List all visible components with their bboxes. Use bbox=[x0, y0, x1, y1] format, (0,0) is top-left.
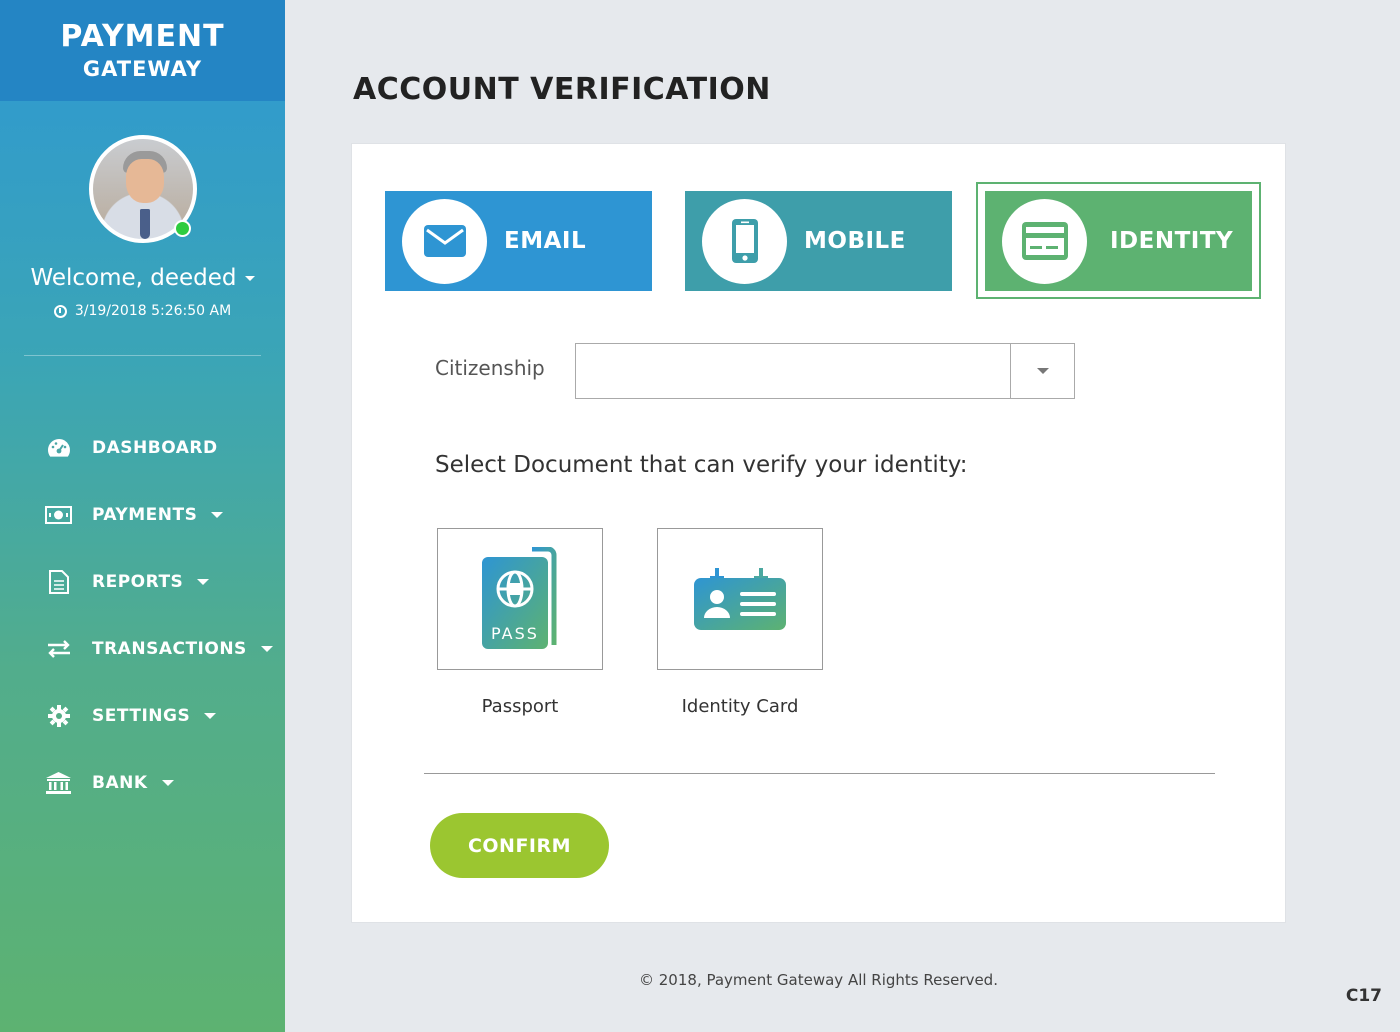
brand-line-2: GATEWAY bbox=[82, 56, 203, 81]
sidebar-nav: DASHBOARD PAYMENTS REPORTS TRANSACTIONS bbox=[0, 414, 285, 816]
tab-label: EMAIL bbox=[504, 228, 587, 254]
sidebar-item-dashboard[interactable]: DASHBOARD bbox=[0, 414, 285, 481]
caret-down-icon bbox=[161, 779, 174, 786]
identity-card-label: Identity Card bbox=[681, 696, 799, 717]
caret-down-icon bbox=[204, 712, 217, 719]
citizenship-label: Citizenship bbox=[435, 356, 545, 380]
caret-down-icon bbox=[211, 511, 224, 518]
user-profile: Welcome, deeded 3/19/2018 5:26:50 AM bbox=[0, 101, 285, 319]
brand-logo[interactable]: PAYMENT GATEWAY bbox=[0, 0, 285, 101]
sidebar-item-label: SETTINGS bbox=[92, 705, 191, 726]
tab-email[interactable]: EMAIL bbox=[385, 191, 652, 291]
id-card-icon bbox=[1021, 222, 1068, 260]
sidebar-item-bank[interactable]: BANK bbox=[0, 749, 285, 816]
sidebar-item-label: REPORTS bbox=[92, 571, 184, 592]
bank-icon bbox=[45, 771, 72, 794]
avatar-face bbox=[125, 159, 164, 203]
clock-icon bbox=[53, 304, 67, 318]
citizenship-select[interactable] bbox=[575, 343, 1075, 399]
user-menu-toggle[interactable]: Welcome, deeded bbox=[0, 265, 285, 291]
sidebar-item-label: PAYMENTS bbox=[92, 504, 198, 525]
tab-mobile[interactable]: MOBILE bbox=[685, 191, 952, 291]
dashboard-icon bbox=[45, 437, 72, 459]
caret-down-icon bbox=[1036, 368, 1049, 374]
envelope-icon bbox=[423, 225, 466, 257]
tab-label: MOBILE bbox=[804, 228, 906, 254]
login-datetime: 3/19/2018 5:26:50 AM bbox=[0, 303, 285, 319]
tab-icon-circle bbox=[402, 198, 487, 284]
gear-icon bbox=[45, 704, 72, 727]
tab-icon-circle bbox=[702, 198, 787, 284]
document-icon bbox=[45, 569, 72, 594]
tab-icon-circle bbox=[1002, 198, 1087, 284]
avatar[interactable] bbox=[88, 135, 197, 243]
caret-down-icon bbox=[197, 578, 210, 585]
confirm-button[interactable]: CONFIRM bbox=[430, 813, 609, 878]
welcome-text: Welcome, deeded bbox=[30, 265, 237, 291]
svg-text:PASS: PASS bbox=[491, 624, 539, 643]
sidebar-item-transactions[interactable]: TRANSACTIONS bbox=[0, 615, 285, 682]
money-icon bbox=[45, 504, 72, 526]
form-divider bbox=[424, 773, 1215, 774]
sidebar: PAYMENT GATEWAY Welcome, deeded 3/19/201… bbox=[0, 0, 285, 1032]
page-title: ACCOUNT VERIFICATION bbox=[353, 72, 771, 107]
tab-label: IDENTITY bbox=[1110, 228, 1234, 254]
footer-copyright: © 2018, Payment Gateway All Rights Reser… bbox=[639, 971, 998, 989]
sidebar-divider bbox=[24, 355, 261, 356]
passport-icon: PASS bbox=[482, 547, 557, 649]
avatar-tie bbox=[139, 209, 150, 239]
document-option-identity-card[interactable] bbox=[657, 528, 823, 670]
caret-down-icon bbox=[244, 275, 255, 281]
sidebar-item-label: DASHBOARD bbox=[92, 437, 218, 458]
sidebar-item-settings[interactable]: SETTINGS bbox=[0, 682, 285, 749]
brand-line-1: PAYMENT bbox=[60, 18, 225, 54]
exchange-icon bbox=[45, 638, 72, 660]
sidebar-item-label: BANK bbox=[92, 772, 148, 793]
passport-label: Passport bbox=[481, 696, 559, 717]
sidebar-item-reports[interactable]: REPORTS bbox=[0, 548, 285, 615]
tab-identity[interactable]: IDENTITY bbox=[985, 191, 1252, 291]
mobile-phone-icon bbox=[731, 219, 758, 263]
verification-card: EMAIL MOBILE IDENTITY Citizenship Select… bbox=[351, 143, 1286, 923]
screen-code: C17 bbox=[1345, 986, 1382, 1006]
datetime-text: 3/19/2018 5:26:50 AM bbox=[74, 303, 232, 319]
sidebar-item-payments[interactable]: PAYMENTS bbox=[0, 481, 285, 548]
online-status-dot bbox=[173, 220, 191, 237]
caret-down-icon bbox=[260, 645, 273, 652]
document-prompt: Select Document that can verify your ide… bbox=[435, 452, 968, 478]
document-option-passport[interactable]: PASS bbox=[437, 528, 603, 670]
sidebar-item-label: TRANSACTIONS bbox=[92, 638, 247, 659]
dropdown-toggle[interactable] bbox=[1010, 344, 1074, 398]
identity-card-icon bbox=[694, 568, 786, 630]
